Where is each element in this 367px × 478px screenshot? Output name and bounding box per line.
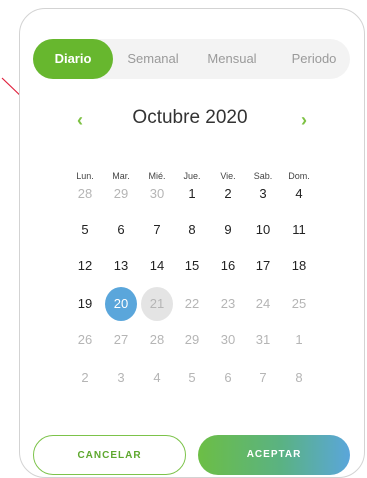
- day-cell[interactable]: 23: [210, 287, 246, 321]
- day-cell[interactable]: 26: [67, 323, 103, 357]
- day-cell[interactable]: 6: [210, 361, 246, 395]
- day-number: 16: [220, 258, 236, 273]
- day-number: 4: [295, 186, 303, 201]
- day-cell[interactable]: 22: [174, 287, 210, 321]
- day-number: 31: [255, 332, 271, 347]
- day-number: 3: [259, 186, 267, 201]
- month-title: Octubre 2020: [132, 107, 248, 128]
- day-number: 7: [153, 222, 161, 237]
- day-number: 10: [255, 222, 271, 237]
- day-number: 13: [113, 258, 129, 273]
- chevron-left-icon[interactable]: ‹: [69, 109, 91, 131]
- day-number: 3: [117, 370, 125, 385]
- day-number: 14: [149, 258, 165, 273]
- day-number: 18: [291, 258, 307, 273]
- tab-mensual[interactable]: Mensual: [196, 39, 268, 79]
- day-number: 28: [149, 332, 165, 347]
- day-cell[interactable]: 16: [210, 249, 246, 283]
- day-cell[interactable]: 1: [174, 177, 210, 211]
- day-cell[interactable]: 10: [245, 213, 281, 247]
- day-number: 12: [77, 258, 93, 273]
- tab-semanal[interactable]: Semanal: [117, 39, 189, 79]
- day-number: 2: [81, 370, 89, 385]
- day-number: 24: [255, 296, 271, 311]
- day-cell[interactable]: 15: [174, 249, 210, 283]
- day-cell[interactable]: 11: [281, 213, 317, 247]
- day-cell[interactable]: 1: [281, 323, 317, 357]
- day-number: 2: [224, 186, 232, 201]
- day-number: 7: [259, 370, 267, 385]
- period-tabs: Diario Semanal Mensual Periodo: [33, 39, 350, 79]
- day-cell[interactable]: 14: [139, 249, 175, 283]
- day-number: 8: [295, 370, 303, 385]
- day-number: 5: [188, 370, 196, 385]
- day-number: 28: [77, 186, 93, 201]
- day-cell[interactable]: 18: [281, 249, 317, 283]
- day-cell[interactable]: 9: [210, 213, 246, 247]
- tab-periodo[interactable]: Periodo: [278, 39, 350, 79]
- day-cell[interactable]: 4: [139, 361, 175, 395]
- day-cell[interactable]: 25: [281, 287, 317, 321]
- day-number: 21: [149, 296, 165, 311]
- day-selected[interactable]: 20: [103, 287, 139, 321]
- day-cell[interactable]: 5: [174, 361, 210, 395]
- day-number: 9: [224, 222, 232, 237]
- day-cell[interactable]: 4: [281, 177, 317, 211]
- day-cell[interactable]: 27: [103, 323, 139, 357]
- day-number: 5: [81, 222, 89, 237]
- chevron-right-icon[interactable]: ›: [293, 109, 315, 131]
- day-number: 4: [153, 370, 161, 385]
- day-cell[interactable]: 6: [103, 213, 139, 247]
- day-number: 29: [113, 186, 129, 201]
- day-cell[interactable]: 5: [67, 213, 103, 247]
- day-number: 1: [188, 186, 196, 201]
- day-cell[interactable]: 24: [245, 287, 281, 321]
- day-number: 29: [184, 332, 200, 347]
- day-cell[interactable]: 30: [210, 323, 246, 357]
- day-number: 25: [291, 296, 307, 311]
- accept-button[interactable]: ACEPTAR: [198, 435, 350, 475]
- day-number: 30: [149, 186, 165, 201]
- day-number: 15: [184, 258, 200, 273]
- day-cell[interactable]: 13: [103, 249, 139, 283]
- day-cell[interactable]: 29: [174, 323, 210, 357]
- day-number: 27: [113, 332, 129, 347]
- day-number: 1: [295, 332, 303, 347]
- day-cell[interactable]: 3: [103, 361, 139, 395]
- day-cell[interactable]: 2: [210, 177, 246, 211]
- day-number: 6: [117, 222, 125, 237]
- day-number: 17: [255, 258, 271, 273]
- day-cell[interactable]: 19: [67, 287, 103, 321]
- day-cell[interactable]: 31: [245, 323, 281, 357]
- day-cell[interactable]: 28: [67, 177, 103, 211]
- day-cell[interactable]: 8: [174, 213, 210, 247]
- day-number: 19: [77, 296, 93, 311]
- day-cell[interactable]: 8: [281, 361, 317, 395]
- day-number: 23: [220, 296, 236, 311]
- day-cell[interactable]: 2: [67, 361, 103, 395]
- day-cell[interactable]: 7: [139, 213, 175, 247]
- day-number: 8: [188, 222, 196, 237]
- day-cell[interactable]: 12: [67, 249, 103, 283]
- day-number: 30: [220, 332, 236, 347]
- day-number: 22: [184, 296, 200, 311]
- day-cell[interactable]: 17: [245, 249, 281, 283]
- cancel-button[interactable]: CANCELAR: [33, 435, 186, 475]
- day-number: 11: [292, 222, 306, 237]
- day-cell[interactable]: 29: [103, 177, 139, 211]
- day-number: 26: [77, 332, 93, 347]
- day-highlighted[interactable]: 21: [139, 287, 175, 321]
- day-cell[interactable]: 30: [139, 177, 175, 211]
- day-number: 6: [224, 370, 232, 385]
- day-cell[interactable]: 28: [139, 323, 175, 357]
- day-cell[interactable]: 3: [245, 177, 281, 211]
- tab-diario[interactable]: Diario: [33, 39, 113, 79]
- day-number: 20: [113, 296, 129, 311]
- day-cell[interactable]: 7: [245, 361, 281, 395]
